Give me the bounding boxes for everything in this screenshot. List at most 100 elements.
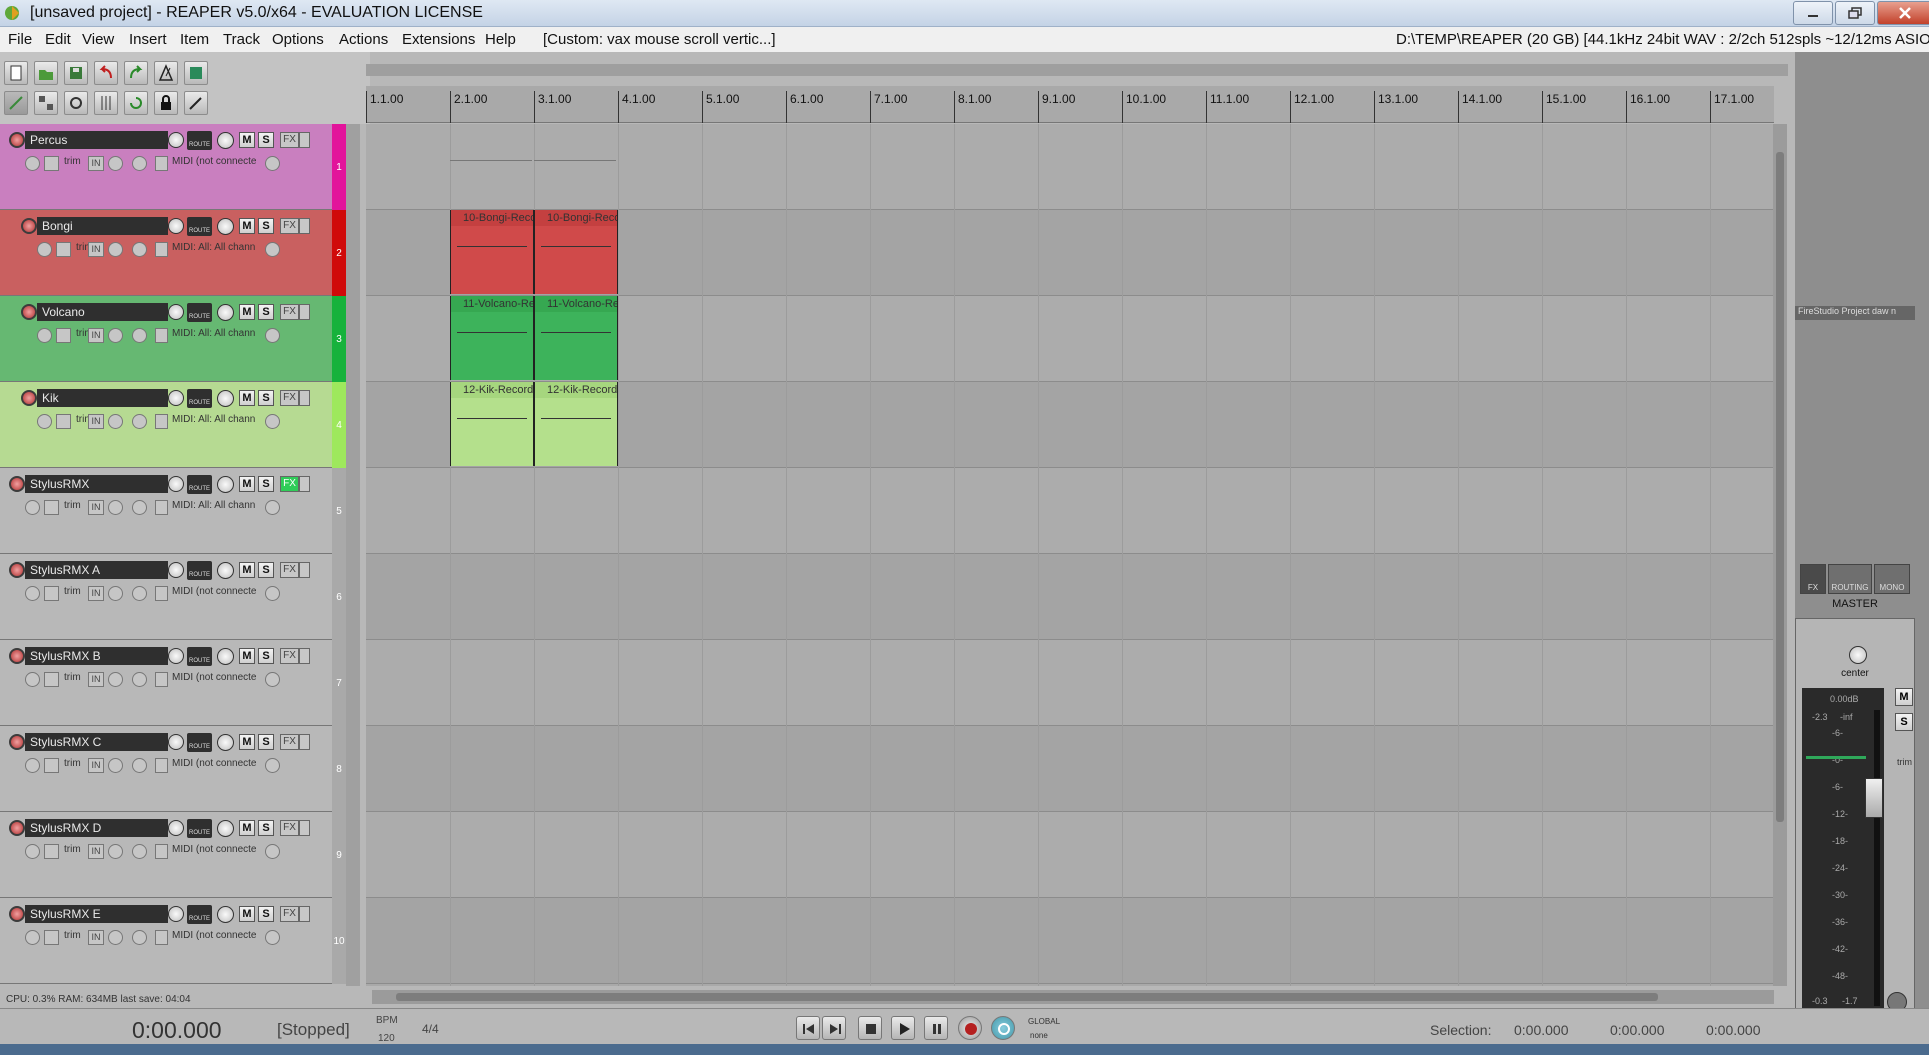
metronome-icon[interactable] [154, 61, 178, 85]
pan-knob[interactable] [217, 218, 234, 235]
route-button[interactable]: ROUTE [187, 475, 212, 494]
menu-extensions[interactable]: Extensions [402, 31, 475, 48]
menu-help[interactable]: Help [485, 31, 516, 48]
input-dropdown-icon[interactable] [108, 500, 123, 515]
volume-knob[interactable] [168, 562, 184, 578]
menu-item[interactable]: Item [180, 31, 209, 48]
chevron-down-icon[interactable] [265, 844, 280, 859]
master-pan-knob[interactable] [1849, 646, 1867, 664]
master-fx-button[interactable]: FX [1800, 564, 1826, 594]
input-dropdown-icon[interactable] [108, 758, 123, 773]
solo-button[interactable]: S [258, 218, 274, 234]
restore-button[interactable] [1835, 1, 1875, 25]
play-icon[interactable] [891, 1016, 915, 1040]
input-button[interactable]: IN [88, 328, 104, 343]
item-grouping-icon[interactable] [64, 91, 88, 115]
input-dropdown-icon[interactable] [108, 586, 123, 601]
fx-bypass-button[interactable] [299, 820, 310, 836]
loop-points-icon[interactable] [124, 91, 148, 115]
chevron-down-icon[interactable] [265, 242, 280, 257]
timeline-ruler[interactable]: 1.1.00 2.1.00 3.1.00 4.1.00 5.1.00 6.1.00 7.1.… [366, 86, 1774, 123]
monitor-icon[interactable] [25, 930, 40, 945]
monitor-icon[interactable] [25, 156, 40, 171]
record-arm-button[interactable] [9, 734, 25, 750]
track-row[interactable]: StylusRMX E ROUTE M S FX trim IN MIDI (not conn… [0, 898, 346, 984]
mute-button[interactable]: M [239, 820, 255, 836]
input-monitor-icon[interactable] [132, 500, 147, 515]
track-input-label[interactable]: MIDI: All: All chann [172, 328, 272, 344]
chevron-down-icon[interactable] [265, 156, 280, 171]
chevron-down-icon[interactable] [265, 328, 280, 343]
menu-edit[interactable]: Edit [45, 31, 71, 48]
input-button[interactable]: IN [88, 242, 104, 257]
pause-icon[interactable] [924, 1016, 948, 1040]
media-item[interactable]: 12-Kik-Recorded I [534, 382, 618, 466]
track-row[interactable]: StylusRMX D ROUTE M S FX trim IN MIDI (not conn… [0, 812, 346, 898]
solo-button[interactable]: S [258, 562, 274, 578]
fx-button[interactable]: FX [280, 390, 299, 406]
track-name[interactable]: Percus [25, 131, 168, 149]
menu-file[interactable]: File [8, 31, 32, 48]
mute-button[interactable]: M [239, 906, 255, 922]
pan-knob[interactable] [217, 648, 234, 665]
track-name[interactable]: Bongi [37, 217, 168, 235]
record-arm-button[interactable] [21, 390, 37, 406]
track-row[interactable]: StylusRMX B ROUTE M S FX trim IN MIDI (not conn… [0, 640, 346, 726]
track-lane[interactable] [366, 554, 1774, 640]
input-monitor-icon[interactable] [132, 156, 147, 171]
input-button[interactable]: IN [88, 156, 104, 171]
pan-knob[interactable] [217, 390, 234, 407]
input-monitor-icon[interactable] [132, 414, 147, 429]
monitor-icon[interactable] [25, 586, 40, 601]
volume-knob[interactable] [168, 648, 184, 664]
volume-knob[interactable] [168, 820, 184, 836]
input-dropdown-icon[interactable] [108, 242, 123, 257]
volume-knob[interactable] [168, 906, 184, 922]
record-arm-button[interactable] [9, 562, 25, 578]
track-input-label[interactable]: MIDI (not connecte [172, 586, 272, 602]
selection-end[interactable]: 0:00.000 [1610, 1022, 1665, 1038]
custom-action-label[interactable]: [Custom: vax mouse scroll vertic...] [543, 31, 776, 48]
input-monitor-icon[interactable] [132, 586, 147, 601]
route-button[interactable]: ROUTE [187, 647, 212, 666]
menu-options[interactable]: Options [272, 31, 324, 48]
master-fader[interactable] [1865, 778, 1883, 818]
envelope-icon[interactable] [44, 500, 59, 515]
record-icon[interactable] [958, 1016, 982, 1040]
monitor-icon[interactable] [25, 844, 40, 859]
chevron-down-icon[interactable] [265, 930, 280, 945]
input-monitor-icon[interactable] [132, 844, 147, 859]
track-lane[interactable] [366, 812, 1774, 898]
volume-knob[interactable] [168, 476, 184, 492]
track-lane[interactable] [366, 468, 1774, 554]
input-dropdown-icon[interactable] [108, 844, 123, 859]
track-row[interactable]: StylusRMX A ROUTE M S FX trim IN MIDI (not conn… [0, 554, 346, 640]
fx-button[interactable]: FX [280, 820, 299, 836]
media-item[interactable]: 12-Kik-Recorded [450, 382, 534, 466]
mute-button[interactable]: M [239, 304, 255, 320]
input-button[interactable]: IN [88, 930, 104, 945]
route-button[interactable]: ROUTE [187, 733, 212, 752]
track-row[interactable]: Kik ROUTE M S FX trim IN MIDI: All: All chann [0, 382, 346, 468]
route-button[interactable]: ROUTE [187, 905, 212, 924]
mute-button[interactable]: M [239, 648, 255, 664]
track-input-label[interactable]: MIDI: All: All chann [172, 242, 272, 258]
track-lane[interactable] [366, 898, 1774, 984]
solo-button[interactable]: S [258, 906, 274, 922]
track-row[interactable]: Volcano ROUTE M S FX trim IN MIDI: All: All cha… [0, 296, 346, 382]
route-button[interactable]: ROUTE [187, 819, 212, 838]
input-dropdown-icon[interactable] [108, 156, 123, 171]
record-arm-button[interactable] [21, 218, 37, 234]
timeline-top-strip[interactable] [366, 64, 1788, 76]
chevron-down-icon[interactable] [265, 414, 280, 429]
fx-bypass-button[interactable] [299, 734, 310, 750]
track-row[interactable]: StylusRMX ROUTE M S FX trim IN MIDI: All: All c… [0, 468, 346, 554]
route-button[interactable]: ROUTE [187, 217, 212, 236]
route-button[interactable]: ROUTE [187, 131, 212, 150]
fx-bypass-button[interactable] [299, 304, 310, 320]
menu-track[interactable]: Track [223, 31, 260, 48]
track-row[interactable]: Bongi ROUTE M S FX trim IN MIDI: All: All chann [0, 210, 346, 296]
route-button[interactable]: ROUTE [187, 303, 212, 322]
track-name[interactable]: StylusRMX D [25, 819, 168, 837]
track-row[interactable]: Percus ROUTE M S FX trim IN MIDI (not connecte [0, 124, 346, 210]
